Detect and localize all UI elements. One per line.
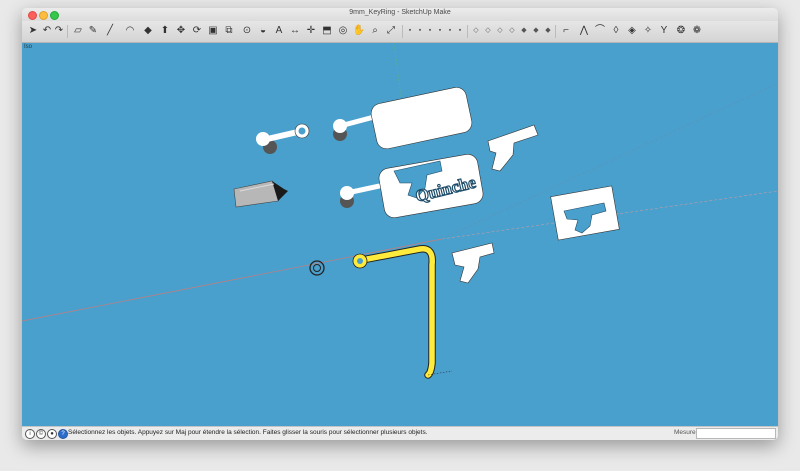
tag-plate-gun[interactable]: Quinche xyxy=(340,153,485,220)
keyring-body xyxy=(359,246,435,378)
ring-hole xyxy=(298,127,306,135)
keyring-hole xyxy=(357,258,363,264)
add-detail-icon[interactable]: ✧ xyxy=(641,24,655,38)
paint-bucket-icon[interactable]: ◆ xyxy=(141,24,155,38)
zoom-extents-icon[interactable]: ⤢ xyxy=(384,24,398,38)
line-tool-icon[interactable]: ╱ xyxy=(103,24,117,38)
style-back-edges-icon[interactable]: ◇ xyxy=(484,27,492,35)
pistol2-shape xyxy=(451,242,495,284)
text-icon[interactable]: A xyxy=(272,24,286,38)
geolocation-icon[interactable]: i xyxy=(25,429,35,439)
pistol-upper[interactable] xyxy=(487,124,539,172)
warehouse-icon[interactable]: ❂ xyxy=(674,24,688,38)
view-front-icon[interactable]: ▪ xyxy=(426,27,434,35)
rotate-icon[interactable]: ⟳ xyxy=(190,24,204,38)
style-textured-icon[interactable]: ◆ xyxy=(532,27,540,35)
model-canvas[interactable]: Quinche xyxy=(22,43,778,426)
sandbox-from-scratch-icon[interactable]: ⋀ xyxy=(577,24,591,38)
move-icon[interactable]: ✥ xyxy=(174,24,188,38)
toolbar-separator xyxy=(555,25,556,38)
push-pull-icon[interactable]: ⬆ xyxy=(158,24,172,38)
ring-key-upper[interactable] xyxy=(256,123,310,154)
protractor-icon[interactable]: ◒ xyxy=(256,24,270,38)
framed-pistol-plate[interactable] xyxy=(550,185,620,241)
keyring-outline xyxy=(358,245,436,379)
orbit-icon[interactable]: ◎ xyxy=(336,24,350,38)
view-left-icon[interactable]: ▪ xyxy=(456,27,464,35)
view-top-icon[interactable]: ▪ xyxy=(416,27,424,35)
tape-measure-icon[interactable]: ⊙ xyxy=(240,24,254,38)
status-bar: i © ● ? Sélectionnez les objets. Appuyez… xyxy=(22,426,778,440)
selected-keyring[interactable] xyxy=(352,245,453,379)
main-toolbar: ➤ ↶ ↷ ▱ ✎ ╱ ◠ ◆ ⬆ ✥ ⟳ ▣ ⧉ ⊙ ◒ A ↔ ✛ ⬒ ◎ … xyxy=(22,21,778,43)
scene-label: Iso xyxy=(24,44,33,50)
style-xray-icon[interactable]: ◇ xyxy=(472,27,480,35)
tag-plate xyxy=(370,87,473,150)
red-axis-line xyxy=(22,238,443,322)
view-back-icon[interactable]: ▪ xyxy=(446,27,454,35)
pencil-icon[interactable]: ✎ xyxy=(86,24,100,38)
dimension-icon[interactable]: ↔ xyxy=(288,24,302,38)
drawing-viewport[interactable]: Quinche Iso xyxy=(22,43,778,426)
credits-icon[interactable]: © xyxy=(36,429,46,439)
ring-inner xyxy=(313,264,321,272)
tag-plate-upper[interactable] xyxy=(333,86,474,151)
toolbar-separator xyxy=(467,25,468,38)
eraser-icon[interactable]: ▱ xyxy=(71,24,85,38)
pan-icon[interactable]: ✋ xyxy=(352,24,366,38)
stamp-icon[interactable]: ◊ xyxy=(609,24,623,38)
zoom-icon[interactable]: ⌕ xyxy=(368,24,382,38)
ring-knob xyxy=(256,132,270,146)
toolbar-separator xyxy=(67,25,68,38)
extension-icon[interactable]: ❁ xyxy=(690,24,704,38)
toolbar-separator xyxy=(402,25,403,38)
drape-icon[interactable]: ◈ xyxy=(625,24,639,38)
select-arrow-icon[interactable]: ➤ xyxy=(26,24,40,38)
arc-icon[interactable]: ◠ xyxy=(123,24,137,38)
bullet-model[interactable] xyxy=(233,180,288,208)
window-title: 9mm_KeyRing - SketchUp Make xyxy=(349,9,451,16)
scale-icon[interactable]: ▣ xyxy=(206,24,220,38)
pistol-middle[interactable] xyxy=(451,242,495,284)
style-hidden-line-icon[interactable]: ◇ xyxy=(508,27,516,35)
sandbox-from-contours-icon[interactable]: ⌐ xyxy=(559,24,573,38)
view-iso-icon[interactable]: ▪ xyxy=(406,27,414,35)
style-monochrome-icon[interactable]: ◆ xyxy=(544,27,552,35)
axes-icon[interactable]: ✛ xyxy=(304,24,318,38)
redo-icon[interactable]: ↷ xyxy=(52,24,66,38)
style-wireframe-icon[interactable]: ◇ xyxy=(496,27,504,35)
flip-edge-icon[interactable]: Y xyxy=(657,24,671,38)
style-shaded-icon[interactable]: ◆ xyxy=(520,27,528,35)
app-window: 9mm_KeyRing - SketchUp Make ➤ ↶ ↷ ▱ ✎ ╱ … xyxy=(22,8,778,440)
user-icon[interactable]: ● xyxy=(47,429,57,439)
title-bar: 9mm_KeyRing - SketchUp Make xyxy=(22,8,778,21)
section-plane-icon[interactable]: ⬒ xyxy=(320,24,334,38)
smoove-icon[interactable]: ⌒ xyxy=(593,24,607,38)
offset-icon[interactable]: ⧉ xyxy=(222,24,236,38)
measures-input[interactable] xyxy=(696,428,776,439)
view-right-icon[interactable]: ▪ xyxy=(436,27,444,35)
status-message: Sélectionnez les objets. Appuyez sur Maj… xyxy=(68,429,428,436)
help-icon[interactable]: ? xyxy=(58,429,68,439)
pistol-shape xyxy=(487,124,539,172)
